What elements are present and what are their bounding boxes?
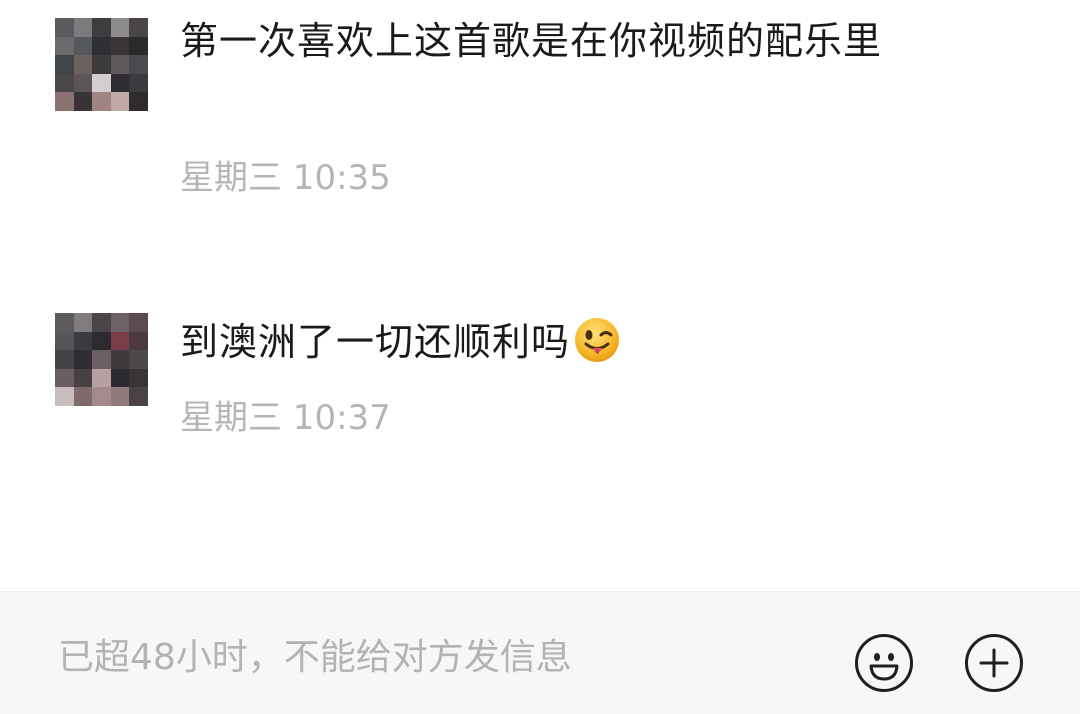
message-text: 第一次喜欢上这首歌是在你视频的配乐里 bbox=[180, 19, 883, 63]
messaging-disabled-notice: 已超48小时，不能给对方发信息 bbox=[58, 637, 572, 678]
plus-circle-icon[interactable] bbox=[965, 634, 1023, 692]
winking-face-with-tongue-emoji bbox=[574, 317, 620, 363]
message-text: 到澳洲了一切还顺利吗 bbox=[180, 315, 940, 369]
message-timestamp: 星期三 10:37 bbox=[180, 398, 391, 438]
smiley-face-icon[interactable] bbox=[855, 634, 913, 692]
chat-screen: 第一次喜欢上这首歌是在你视频的配乐里 星期三 10:35 到澳洲了一切还顺利吗 bbox=[0, 0, 1080, 714]
avatar[interactable] bbox=[55, 18, 148, 111]
input-bar: 已超48小时，不能给对方发信息 bbox=[0, 591, 1080, 714]
message-text-content: 到澳洲了一切还顺利吗 bbox=[180, 320, 571, 364]
message-timestamp: 星期三 10:35 bbox=[180, 158, 391, 198]
avatar[interactable] bbox=[55, 313, 148, 406]
